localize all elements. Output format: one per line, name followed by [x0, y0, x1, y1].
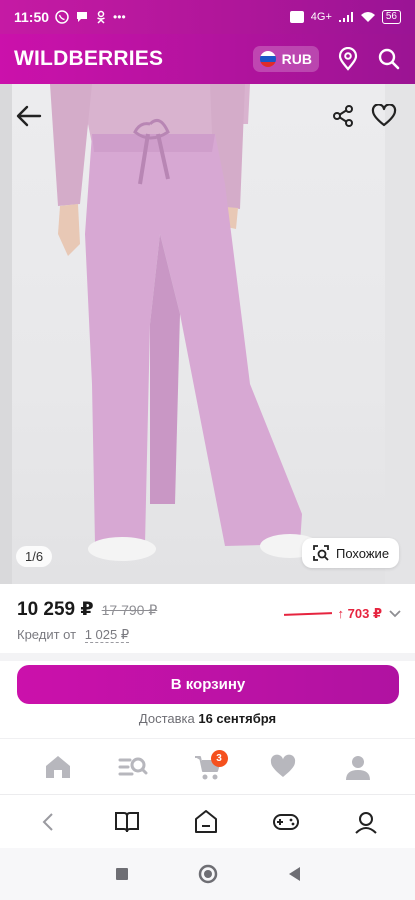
search-icon[interactable] — [377, 47, 401, 71]
old-price: 17 790 ₽ — [101, 602, 158, 618]
delivery-info: Доставка 16 сентября — [0, 711, 415, 726]
home-tab-icon[interactable] — [193, 809, 219, 835]
chevron-left-icon[interactable] — [37, 810, 61, 834]
wifi-icon — [360, 12, 375, 22]
share-icon[interactable] — [331, 104, 355, 128]
signal-icon — [338, 12, 353, 22]
cart-badge: 3 — [210, 749, 228, 767]
tab-favorites[interactable] — [258, 747, 308, 787]
currency-label: RUB — [281, 51, 312, 67]
notification-icons: ••• — [55, 10, 126, 24]
recents-square-icon[interactable] — [114, 866, 130, 882]
similar-button[interactable]: Похожие — [302, 538, 400, 568]
chevron-down-icon — [389, 610, 401, 618]
current-price: 10 259 ₽ — [17, 599, 94, 620]
location-pin-icon[interactable] — [337, 47, 359, 71]
heart-icon[interactable] — [371, 104, 397, 128]
back-arrow-icon[interactable] — [16, 104, 42, 128]
catalog-search-icon — [118, 757, 147, 775]
tab-catalog[interactable] — [108, 747, 158, 787]
network-label: 4G+ — [310, 11, 332, 23]
product-gallery[interactable]: 1/6 Похожие — [0, 84, 415, 584]
system-status: 4G+ 56 — [289, 10, 401, 24]
home-circle-icon[interactable] — [197, 863, 219, 885]
app-header: WILDBERRIES RUB — [0, 34, 415, 84]
profile-icon — [345, 755, 370, 780]
credit-label: Кредит от — [17, 627, 77, 642]
account-icon[interactable] — [353, 809, 379, 835]
gamepad-icon[interactable] — [272, 810, 300, 834]
status-time: 11:50 — [14, 9, 50, 25]
currency-selector[interactable]: RUB — [252, 46, 319, 72]
odnoklassniki-icon — [97, 10, 105, 24]
delivery-date: 16 сентября — [198, 711, 277, 726]
more-dots-icon: ••• — [113, 10, 126, 24]
tab-cart[interactable]: 3 — [183, 747, 233, 787]
visual-search-icon — [313, 545, 329, 561]
image-counter: 1/6 — [16, 546, 53, 567]
system-navigation — [0, 848, 415, 900]
price-row: 10 259 ₽ 17 790 ₽ ↑ 703 ₽ — [17, 598, 402, 622]
price-change: ↑ 703 ₽ — [337, 606, 382, 621]
book-icon[interactable] — [114, 810, 140, 834]
battery-indicator: 56 — [381, 10, 401, 24]
similar-label: Похожие — [336, 545, 390, 561]
tab-profile[interactable] — [333, 747, 383, 787]
price-trend-line — [283, 612, 332, 616]
browser-toolbar — [0, 794, 415, 848]
app-tab-bar: 3 — [0, 738, 415, 794]
delivery-label: Доставка — [138, 711, 195, 726]
heart-icon — [270, 754, 295, 777]
tab-home[interactable] — [33, 747, 83, 787]
logo[interactable]: WILDBERRIES — [14, 47, 163, 71]
credit-row[interactable]: Кредит от 1 025 ₽ — [17, 627, 130, 643]
price-history[interactable]: ↑ 703 ₽ — [283, 606, 402, 622]
russia-flag-icon — [259, 51, 276, 67]
volte-icon — [289, 11, 304, 23]
home-icon — [45, 755, 70, 778]
credit-amount[interactable]: 1 025 ₽ — [84, 627, 130, 643]
back-triangle-icon[interactable] — [286, 865, 302, 883]
status-bar: 11:50 ••• 4G+ 56 — [0, 0, 415, 34]
product-image — [50, 84, 320, 561]
whatsapp-icon — [55, 10, 69, 24]
add-to-cart-button[interactable]: В корзину — [17, 665, 399, 704]
chat-icon — [77, 12, 88, 22]
divider — [0, 653, 415, 661]
